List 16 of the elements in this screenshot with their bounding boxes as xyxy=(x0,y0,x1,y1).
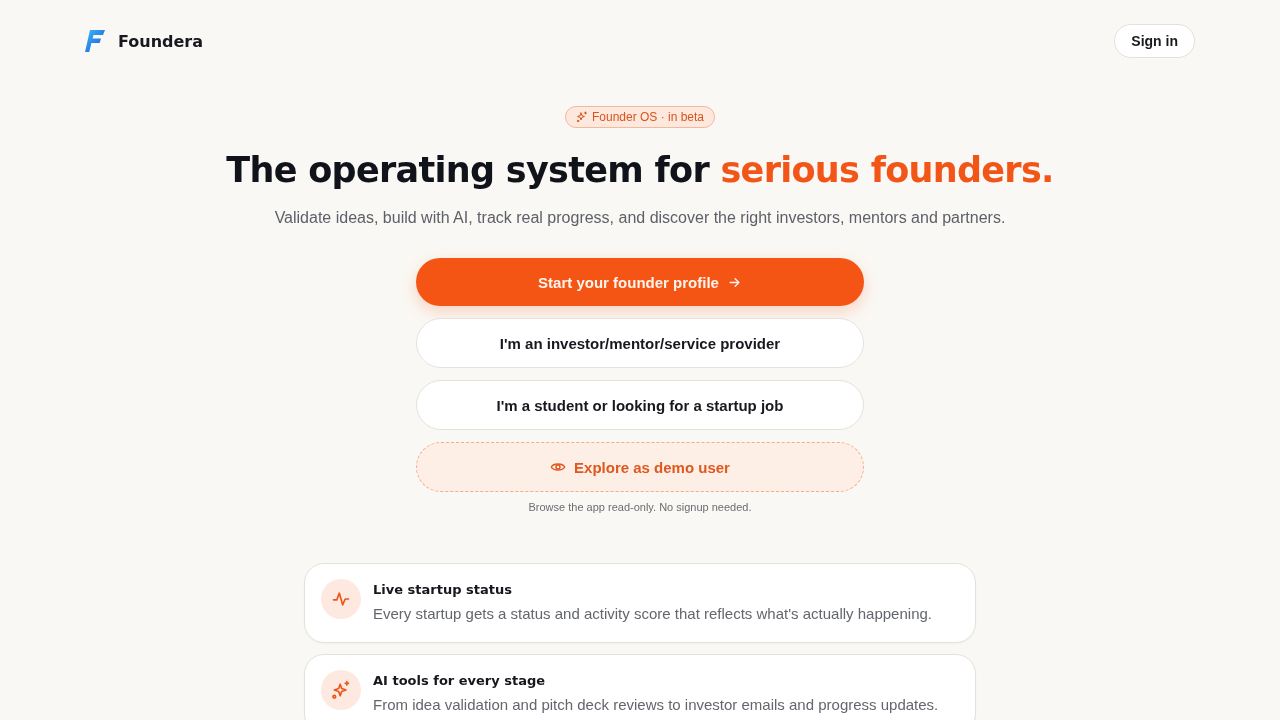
beta-badge: Founder OS · in beta xyxy=(564,106,716,128)
logo-icon xyxy=(85,30,105,52)
feature-title: Live startup status xyxy=(373,581,513,599)
brand-name: Foundera xyxy=(118,31,204,51)
sparkles-icon xyxy=(575,111,588,123)
sign-in-button[interactable]: Sign in xyxy=(1114,24,1195,58)
feature-description: From idea validation and pitch deck reviews to investor emails and progress updates. xyxy=(373,696,939,714)
feature-description: Every startup gets a status and activity score that reflects what's actually happening. xyxy=(373,605,932,623)
pulse-icon xyxy=(321,579,361,619)
role-option-button[interactable]: I'm an investor/mentor/service provider xyxy=(416,318,864,368)
helper-text: Browse the app read-only. No signup needed. xyxy=(528,501,752,513)
headline: The operating system for serious founders. xyxy=(226,149,1054,192)
feature-title: AI tools for every stage xyxy=(373,672,547,690)
sparkles-icon xyxy=(321,670,361,710)
role-option-button[interactable]: I'm a student or looking for a startup job xyxy=(416,380,864,430)
subtitle: Validate ideas, build with AI, track real progress, and discover the right investors, mentors and partners. xyxy=(274,208,1006,228)
